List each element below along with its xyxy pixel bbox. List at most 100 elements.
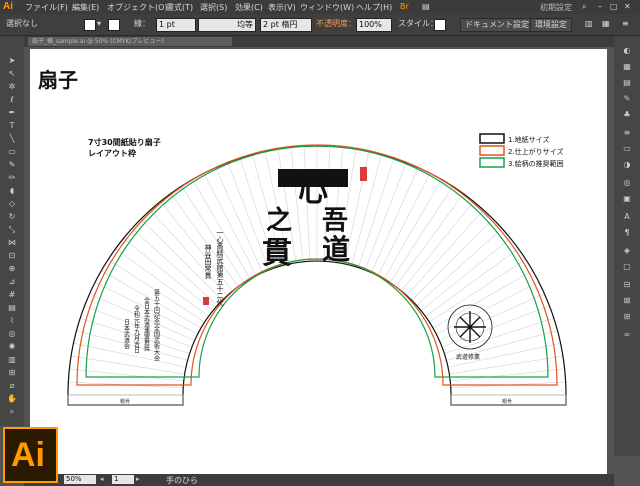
calligraphy: 心 吾 道 之 貫	[262, 167, 367, 271]
menu-file[interactable]: ファイル(F)	[25, 2, 68, 13]
graphic-style-swatch[interactable]	[434, 19, 446, 31]
hand-tool-icon[interactable]: ✋	[6, 394, 18, 404]
chevron-down-icon[interactable]: ▾	[97, 18, 101, 30]
selection-tool-icon[interactable]: ➤	[6, 56, 18, 66]
illustrator-logo-text: Ai	[11, 436, 45, 474]
fill-swatch[interactable]	[84, 19, 96, 31]
slice-tool-icon[interactable]: ⧄	[6, 381, 18, 391]
legend-label-design-area: 3.絵柄の推奨範囲	[508, 159, 564, 168]
mesh-tool-icon[interactable]: #	[6, 290, 18, 300]
artwork-heading: 扇子	[38, 68, 78, 92]
type-tool-icon[interactable]: T	[6, 121, 18, 131]
left-text-1: 第五十回記念全国武術大会	[153, 288, 160, 362]
panel-menu-icon[interactable]: ≡	[622, 18, 629, 30]
pathfinder-panel-icon[interactable]: ⊠	[621, 296, 633, 306]
brush-definition[interactable]: 2 pt 楕円	[260, 18, 312, 32]
layers-panel-icon[interactable]: ◈	[621, 246, 633, 256]
stroke-weight-field[interactable]: 1 pt	[156, 18, 196, 32]
document-tab[interactable]: 扇子_横_sample.ai @ 50% (CMYK/プレビュー)	[28, 37, 232, 46]
links-panel-icon[interactable]: ∞	[621, 330, 633, 340]
zoom-tool-icon[interactable]: ⌕	[6, 407, 18, 417]
zoom-field[interactable]: 50%	[64, 475, 96, 484]
artboard[interactable]: 扇子 7寸30間紙貼り扇子 レイアウト枠 1.地紙サイズ 2.仕上がりサイズ 3…	[30, 49, 607, 474]
color-panel-icon[interactable]: ◐	[621, 46, 633, 56]
pencil-tool-icon[interactable]: ✏	[6, 173, 18, 183]
left-text-2: 全日本武道連盟推奨	[143, 296, 150, 352]
brushes-panel-icon[interactable]: ✎	[621, 94, 633, 104]
scale-tool-icon[interactable]: ⤡	[6, 225, 18, 235]
eyedropper-tool-icon[interactable]: ⌇	[6, 316, 18, 326]
menu-select[interactable]: 選択(S)	[200, 2, 227, 13]
align-icon[interactable]: ▥	[585, 18, 593, 30]
column-graph-tool-icon[interactable]: ▥	[6, 355, 18, 365]
menu-type[interactable]: 書式(T)	[166, 2, 193, 13]
tools-panel: ➤ ↖ ✲ ℓ ✒ T ╲ ▭ ✎ ✏ ◖ ◇ ↻ ⤡ ⋈ ⊡ ⊕ ⊿ # ▤ …	[0, 36, 24, 426]
menu-view[interactable]: 表示(V)	[268, 2, 296, 13]
stroke-panel-icon[interactable]: ≡	[621, 128, 633, 138]
width-tool-icon[interactable]: ⋈	[6, 238, 18, 248]
paragraph-panel-icon[interactable]: ¶	[621, 228, 633, 238]
artboards-panel-icon[interactable]: ▢	[621, 262, 633, 272]
paintbrush-tool-icon[interactable]: ✎	[6, 160, 18, 170]
close-icon[interactable]: ✕	[624, 2, 631, 11]
document-setup-button[interactable]: ドキュメント設定	[460, 18, 534, 32]
menu-edit[interactable]: 編集(E)	[72, 2, 99, 13]
arrange-documents-icon[interactable]: ▤	[422, 2, 430, 11]
transform-icon[interactable]: ▦	[602, 18, 610, 30]
document-tab-bar: 扇子_横_sample.ai @ 50% (CMYK/プレビュー)	[24, 36, 614, 47]
symbol-sprayer-tool-icon[interactable]: ✺	[6, 342, 18, 352]
pen-tool-icon[interactable]: ✒	[6, 108, 18, 118]
legend-swatch-finish	[479, 145, 505, 156]
lasso-tool-icon[interactable]: ℓ	[6, 95, 18, 105]
opacity-field[interactable]: 100%	[356, 18, 392, 32]
fan-rib	[401, 201, 474, 292]
artboard-tool-icon[interactable]: ⊞	[6, 368, 18, 378]
character-panel-icon[interactable]: A	[621, 212, 633, 222]
shape-builder-tool-icon[interactable]: ⊕	[6, 264, 18, 274]
blend-tool-icon[interactable]: ◎	[6, 329, 18, 339]
color-guide-icon[interactable]: ▦	[621, 62, 633, 72]
control-bar: 選択なし ▾ 線： 1 pt 均等 2 pt 楕円 不透明度： 100% スタイ…	[0, 14, 640, 36]
direct-selection-tool-icon[interactable]: ↖	[6, 69, 18, 79]
gradient-panel-icon[interactable]: ▭	[621, 144, 633, 154]
symbols-panel-icon[interactable]: ♣	[621, 110, 633, 120]
bridge-icon[interactable]: Br	[400, 2, 409, 11]
appearance-panel-icon[interactable]: ◎	[621, 178, 633, 188]
swatches-panel-icon[interactable]: ▤	[621, 78, 633, 88]
fan-rib	[432, 270, 533, 329]
legend-swatch-paper	[479, 133, 505, 144]
magic-wand-tool-icon[interactable]: ✲	[6, 82, 18, 92]
align-panel-icon[interactable]: ⊟	[621, 280, 633, 290]
page-next-icon[interactable]: ▸	[136, 475, 140, 483]
transparency-panel-icon[interactable]: ◑	[621, 160, 633, 170]
perspective-grid-tool-icon[interactable]: ⊿	[6, 277, 18, 287]
artboard-number-field[interactable]: 1	[112, 475, 134, 484]
rectangle-tool-icon[interactable]: ▭	[6, 147, 18, 157]
page-prev-icon[interactable]: ◂	[100, 475, 104, 483]
preferences-button[interactable]: 環境設定	[530, 18, 572, 32]
line-tool-icon[interactable]: ╲	[6, 134, 18, 144]
rotate-tool-icon[interactable]: ↻	[6, 212, 18, 222]
fan-rib	[420, 238, 511, 311]
search-icon[interactable]: ⌕	[582, 2, 586, 12]
gradient-tool-icon[interactable]: ▤	[6, 303, 18, 313]
stroke-swatch[interactable]	[108, 19, 120, 31]
graphic-styles-panel-icon[interactable]: ▣	[621, 194, 633, 204]
eraser-tool-icon[interactable]: ◇	[6, 199, 18, 209]
variable-width-profile[interactable]: 均等	[198, 18, 256, 32]
minimize-icon[interactable]: –	[598, 2, 602, 11]
fan-rib	[436, 281, 539, 335]
right-rib-label: 親骨	[502, 398, 512, 405]
fan-rib	[181, 186, 245, 283]
opacity-label[interactable]: 不透明度：	[316, 18, 356, 30]
menu-effect[interactable]: 効果(C)	[235, 2, 263, 13]
menu-window[interactable]: ウィンドウ(W)	[300, 2, 354, 13]
fan-rib	[71, 355, 185, 375]
blob-brush-tool-icon[interactable]: ◖	[6, 186, 18, 196]
free-transform-tool-icon[interactable]: ⊡	[6, 251, 18, 261]
menu-object[interactable]: オブジェクト(O)	[107, 2, 168, 13]
transform-panel-icon[interactable]: ⊞	[621, 312, 633, 322]
menu-help[interactable]: ヘルプ(H)	[356, 2, 392, 13]
workspace-switcher[interactable]: 初期設定	[540, 2, 572, 13]
maximize-icon[interactable]: □	[610, 2, 618, 11]
